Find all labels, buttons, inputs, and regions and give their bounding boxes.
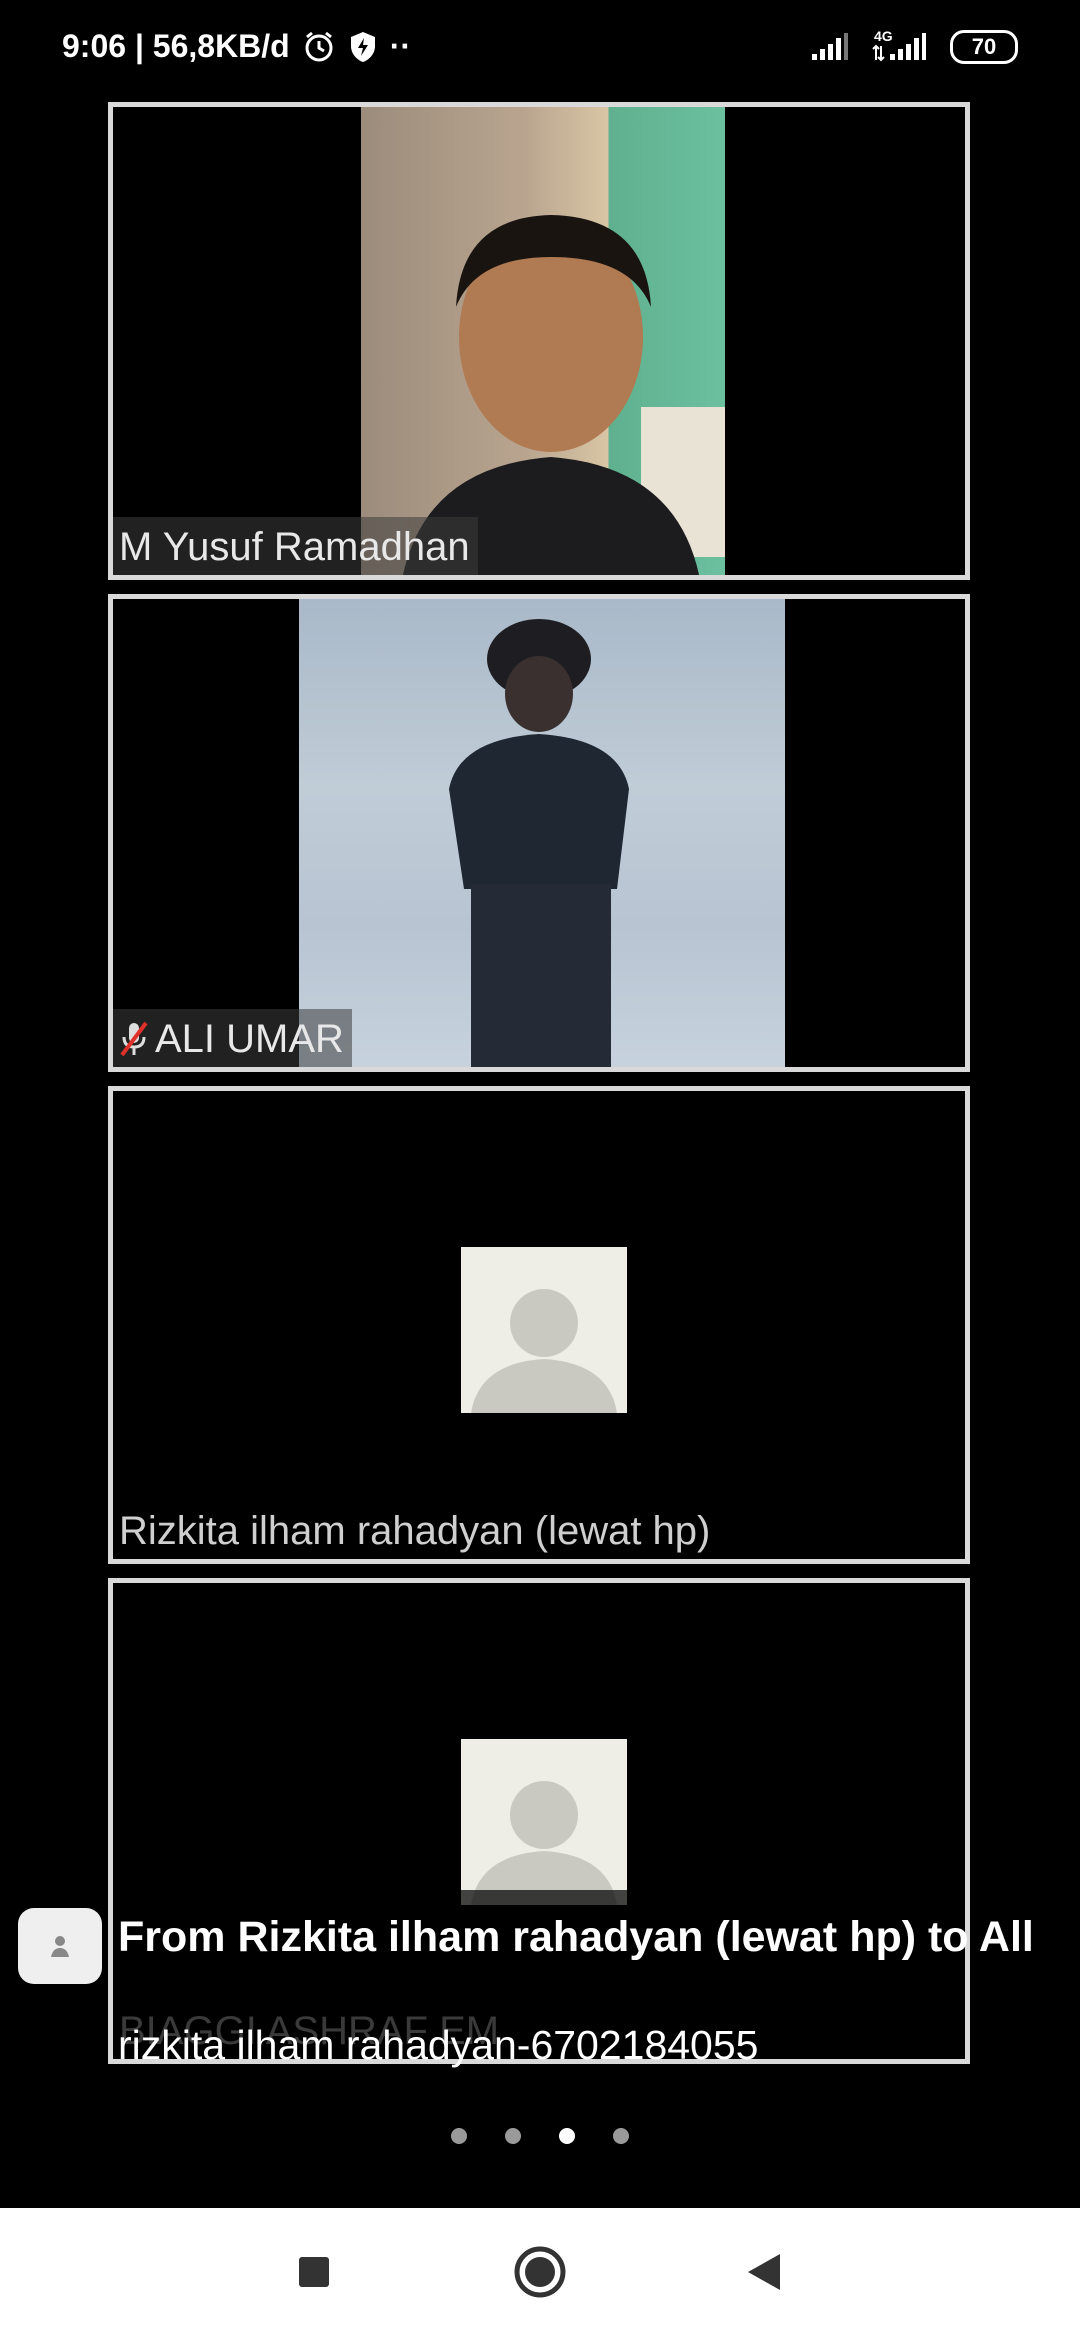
status-right: 4G 70 bbox=[810, 28, 1018, 64]
signal-icon bbox=[810, 32, 850, 62]
recent-apps-button[interactable] bbox=[284, 2244, 344, 2304]
back-button[interactable] bbox=[734, 2244, 794, 2304]
status-left: 9:06 | 56,8KB/d ·· bbox=[62, 28, 411, 65]
alarm-icon bbox=[302, 30, 336, 64]
page-dot-active[interactable] bbox=[559, 2128, 575, 2144]
page-dot[interactable] bbox=[451, 2128, 467, 2144]
battery-indicator: 70 bbox=[950, 30, 1018, 64]
participant-tile-4[interactable]: BIAGGI ASHRAF EM bbox=[108, 1578, 970, 2064]
back-icon bbox=[744, 2252, 784, 2297]
participant-video bbox=[361, 107, 725, 575]
page-dot[interactable] bbox=[505, 2128, 521, 2144]
avatar-placeholder bbox=[461, 1247, 627, 1413]
navigation-bar bbox=[0, 2208, 1080, 2340]
signal-4g-icon: 4G bbox=[872, 28, 928, 62]
participant-name: M Yusuf Ramadhan bbox=[119, 525, 470, 569]
participant-name: Rizkita ilham rahadyan (lewat hp) bbox=[119, 1509, 711, 1553]
shield-bolt-icon bbox=[348, 30, 378, 64]
participant-name: ALI UMAR bbox=[155, 1017, 344, 1061]
network-type: 4G bbox=[874, 28, 893, 44]
participant-name-label: M Yusuf Ramadhan bbox=[113, 517, 478, 575]
participant-tile-1[interactable]: M Yusuf Ramadhan bbox=[108, 102, 970, 580]
recent-apps-icon bbox=[297, 2255, 331, 2294]
home-button[interactable] bbox=[510, 2244, 570, 2304]
participant-tile-2[interactable]: ALI UMAR bbox=[108, 594, 970, 1072]
participant-tile-3[interactable]: Rizkita ilham rahadyan (lewat hp) bbox=[108, 1086, 970, 1564]
chat-toast-message: rizkita ilham rahadyan-6702184055 bbox=[118, 2022, 759, 2068]
participant-name-label: Rizkita ilham rahadyan (lewat hp) bbox=[113, 1501, 718, 1559]
avatar-placeholder bbox=[461, 1739, 627, 1905]
participant-name-label: ALI UMAR bbox=[113, 1009, 352, 1067]
home-icon bbox=[513, 2245, 567, 2304]
participant-video bbox=[299, 599, 785, 1067]
status-bar: 9:06 | 56,8KB/d ·· 4G 70 bbox=[0, 0, 1080, 100]
status-time-speed: 9:06 | 56,8KB/d bbox=[62, 28, 290, 64]
page-dot[interactable] bbox=[613, 2128, 629, 2144]
mic-off-icon bbox=[119, 1020, 149, 1058]
chat-user-icon bbox=[18, 1908, 102, 1984]
page-indicator[interactable] bbox=[0, 2128, 1080, 2144]
chat-toast-title: From Rizkita ilham rahadyan (lewat hp) t… bbox=[118, 1913, 1034, 1961]
status-dots: ·· bbox=[389, 28, 412, 64]
